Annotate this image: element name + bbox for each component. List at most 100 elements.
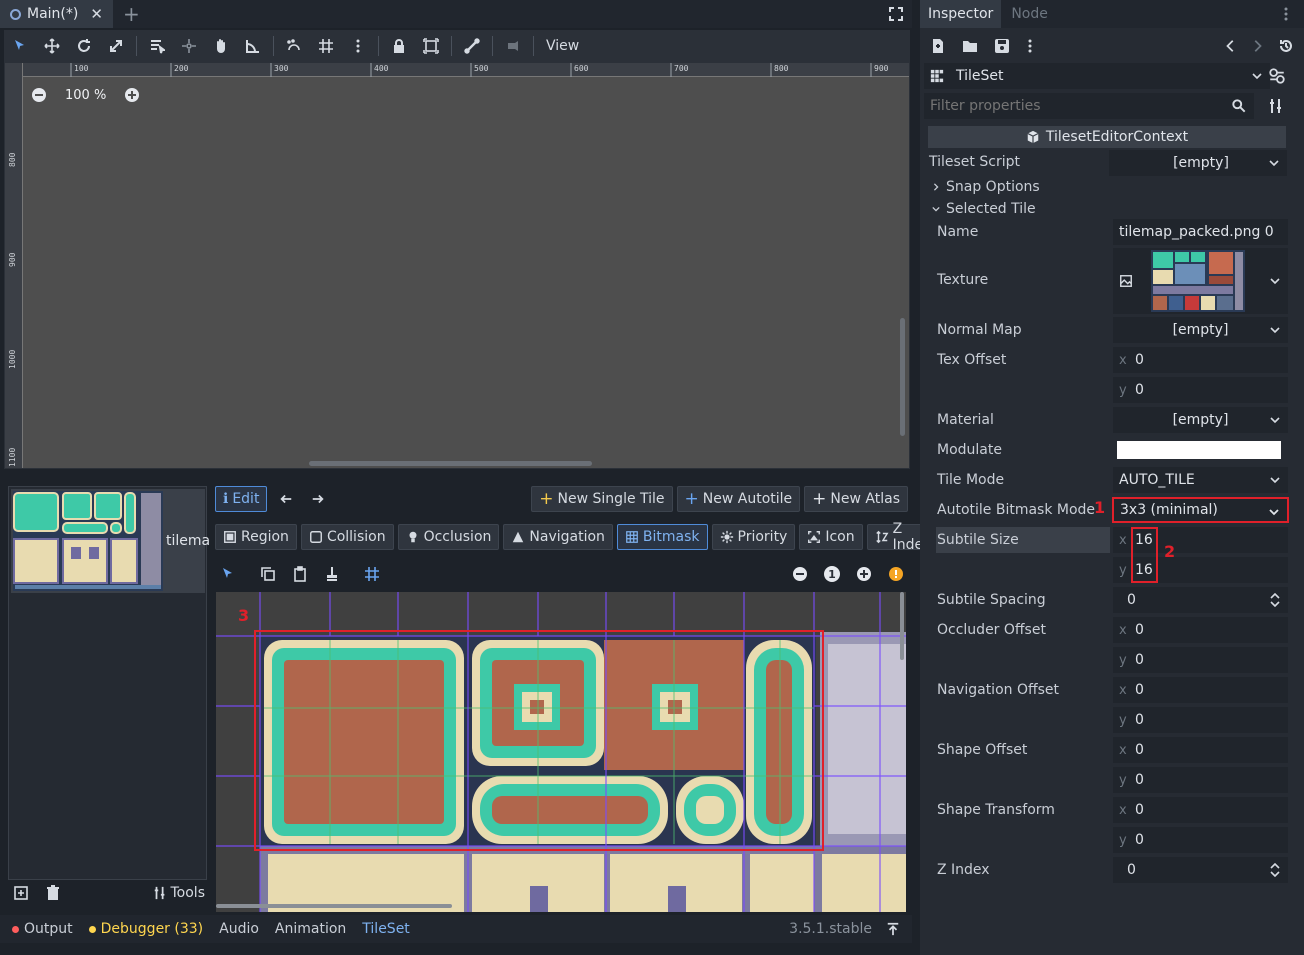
- camera-override-button[interactable]: [497, 32, 529, 60]
- shape-transform-x-field[interactable]: x0: [1113, 797, 1288, 823]
- workspace-hscrollbar[interactable]: [216, 904, 452, 908]
- inspector-tab[interactable]: Inspector: [920, 0, 1002, 28]
- shape-offset-x-field[interactable]: x0: [1113, 737, 1288, 763]
- new-single-tile-button[interactable]: + New Single Tile: [531, 486, 673, 512]
- mode-collision-button[interactable]: Collision: [300, 524, 394, 550]
- filter-properties-input[interactable]: [930, 98, 1220, 114]
- grid-snap-button[interactable]: [310, 32, 342, 60]
- ruler-mode-button[interactable]: [237, 32, 269, 60]
- help-info-icon[interactable]: [888, 566, 904, 582]
- node-tab[interactable]: Node: [1001, 6, 1058, 22]
- viewport-vscrollbar[interactable]: [900, 318, 905, 436]
- zoom-out-icon[interactable]: [792, 566, 808, 582]
- edit-button[interactable]: ℹ Edit: [215, 486, 268, 512]
- occluder-offset-y-field[interactable]: y0: [1113, 647, 1288, 673]
- debugger-tab[interactable]: Debugger (33): [88, 921, 203, 937]
- lock-button[interactable]: [383, 32, 415, 60]
- tileset-tab[interactable]: TileSet: [362, 921, 410, 937]
- name-field[interactable]: tilemap_packed.png 0: [1113, 219, 1288, 245]
- texture-list-item[interactable]: tilema: [11, 489, 210, 593]
- tile-mode-select[interactable]: AUTO_TILE: [1113, 467, 1288, 493]
- workspace-vscrollbar[interactable]: [900, 592, 904, 660]
- mode-region-button[interactable]: Region: [215, 524, 297, 550]
- new-resource-icon[interactable]: [930, 38, 946, 54]
- save-resource-icon[interactable]: [994, 38, 1010, 54]
- grid-toggle-icon[interactable]: [364, 566, 380, 582]
- normal-map-picker[interactable]: [empty]: [1113, 317, 1288, 343]
- copy-bitmask-icon[interactable]: [260, 566, 276, 582]
- list-select-button[interactable]: [141, 32, 173, 60]
- load-resource-icon[interactable]: [962, 38, 978, 54]
- mode-navigation-button[interactable]: Navigation: [503, 524, 613, 550]
- texture-picker[interactable]: [1113, 248, 1288, 314]
- snap-options-button[interactable]: [342, 32, 374, 60]
- object-history-icon[interactable]: [1278, 38, 1294, 54]
- rotate-mode-button[interactable]: [68, 32, 100, 60]
- add-scene-tab-button[interactable]: +: [123, 2, 140, 26]
- tileset-workspace[interactable]: 3: [216, 592, 906, 912]
- pointer-icon[interactable]: [220, 566, 236, 582]
- occluder-offset-x-field[interactable]: x0: [1113, 617, 1288, 643]
- smart-snap-button[interactable]: [278, 32, 310, 60]
- tex-offset-y-field[interactable]: y0: [1113, 377, 1288, 403]
- pan-mode-button[interactable]: [205, 32, 237, 60]
- mode-priority-button[interactable]: Priority: [711, 524, 796, 550]
- clear-bitmask-icon[interactable]: [324, 566, 340, 582]
- bitmask-mode-select[interactable]: 3x3 (minimal): [1112, 497, 1289, 523]
- navigation-offset-x-field[interactable]: x0: [1113, 677, 1288, 703]
- zoom-in-icon[interactable]: [856, 566, 872, 582]
- section-selected-tile[interactable]: Selected Tile: [932, 200, 1036, 218]
- shape-offset-y-field[interactable]: y0: [1113, 767, 1288, 793]
- property-tools-icon[interactable]: [1268, 98, 1284, 114]
- viewport-hscrollbar[interactable]: [309, 461, 592, 466]
- tools-menu-button[interactable]: Tools: [153, 885, 205, 901]
- zoom-out-icon[interactable]: [31, 87, 47, 103]
- object-properties-icon[interactable]: [1268, 67, 1286, 85]
- modulate-color-swatch[interactable]: [1117, 441, 1281, 459]
- dock-menu-icon[interactable]: [1278, 6, 1294, 22]
- mode-icon-button[interactable]: Icon: [799, 524, 863, 550]
- resource-menu-icon[interactable]: [1022, 38, 1038, 54]
- view-menu[interactable]: View: [538, 38, 587, 54]
- spinbox-arrows-icon[interactable]: [1270, 863, 1280, 877]
- group-button[interactable]: [415, 32, 447, 60]
- history-forward-icon[interactable]: [1250, 39, 1264, 53]
- close-tab-icon[interactable]: ✕: [90, 5, 103, 23]
- zoom-in-icon[interactable]: [124, 87, 140, 103]
- skeleton-button[interactable]: [456, 32, 488, 60]
- filter-properties-field[interactable]: [924, 93, 1254, 119]
- scale-mode-button[interactable]: [100, 32, 132, 60]
- distraction-free-icon[interactable]: [888, 6, 904, 22]
- scene-tab-main[interactable]: Main(*) ✕: [0, 0, 113, 28]
- section-snap-options[interactable]: Snap Options: [932, 178, 1040, 196]
- add-texture-icon[interactable]: [13, 885, 29, 901]
- navigation-offset-y-field[interactable]: y0: [1113, 707, 1288, 733]
- new-atlas-button[interactable]: + New Atlas: [804, 486, 908, 512]
- remove-texture-icon[interactable]: [45, 885, 61, 901]
- resource-selector[interactable]: TileSet: [924, 63, 1270, 89]
- history-back-icon[interactable]: [1224, 39, 1238, 53]
- zoom-reset-button[interactable]: 1: [824, 566, 840, 582]
- zoom-level[interactable]: 100 %: [55, 88, 116, 103]
- next-tile-icon[interactable]: [311, 492, 325, 506]
- subtile-spacing-spinbox[interactable]: 0: [1113, 587, 1288, 613]
- audio-tab[interactable]: Audio: [219, 921, 259, 937]
- mode-bitmask-button[interactable]: Bitmask: [616, 524, 708, 550]
- expand-panel-icon[interactable]: [886, 922, 900, 936]
- select-mode-button[interactable]: [4, 32, 36, 60]
- material-picker[interactable]: [empty]: [1113, 407, 1288, 433]
- prev-tile-icon[interactable]: [279, 492, 293, 506]
- output-tab[interactable]: Output: [12, 921, 73, 937]
- new-autotile-button[interactable]: + New Autotile: [676, 486, 801, 512]
- z-index-spinbox[interactable]: 0: [1113, 857, 1288, 883]
- canvas-viewport[interactable]: 100 200 300 400 500 600 700 800 900 800 …: [4, 62, 910, 469]
- animation-tab[interactable]: Animation: [275, 921, 346, 937]
- paste-bitmask-icon[interactable]: [292, 566, 308, 582]
- tex-offset-x-field[interactable]: x0: [1113, 347, 1288, 373]
- pivot-button[interactable]: [173, 32, 205, 60]
- shape-transform-y-field[interactable]: y0: [1113, 827, 1288, 853]
- move-mode-button[interactable]: [36, 32, 68, 60]
- tileset-script-picker[interactable]: [empty]: [1109, 150, 1287, 176]
- mode-occlusion-button[interactable]: Occlusion: [397, 524, 500, 550]
- spinbox-arrows-icon[interactable]: [1270, 593, 1280, 607]
